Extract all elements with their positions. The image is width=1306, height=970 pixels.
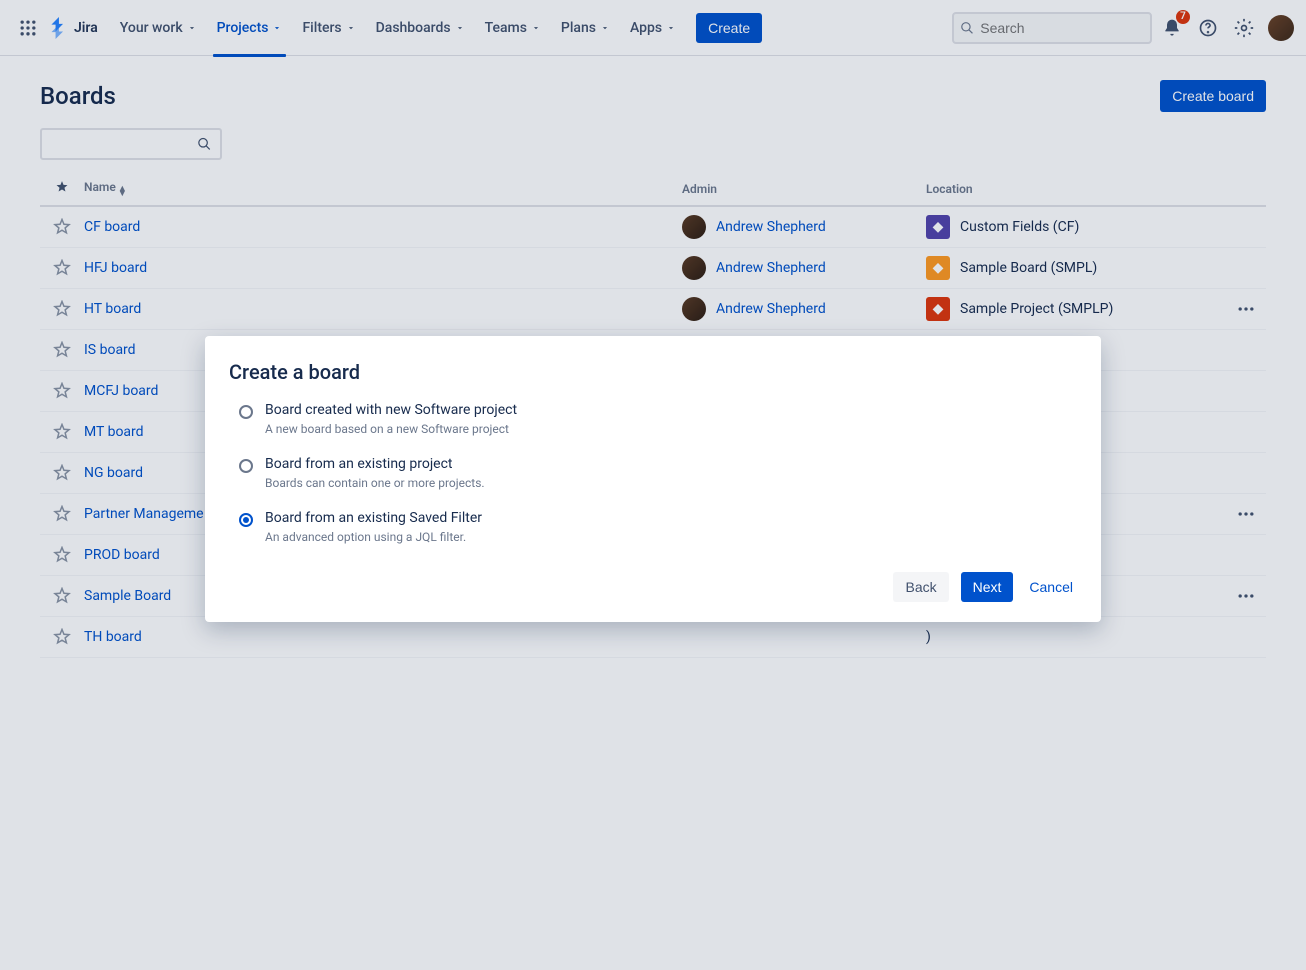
back-button[interactable]: Back xyxy=(893,572,948,602)
cancel-button[interactable]: Cancel xyxy=(1025,572,1077,602)
radio-icon xyxy=(239,405,253,419)
radio-label: Board from an existing Saved Filter xyxy=(265,510,482,526)
radio-label: Board from an existing project xyxy=(265,456,485,472)
radio-description: A new board based on a new Software proj… xyxy=(265,422,517,436)
radio-option[interactable]: Board from an existing Saved Filter An ad… xyxy=(239,510,1077,544)
radio-option[interactable]: Board created with new Software project A… xyxy=(239,402,1077,436)
radio-description: Boards can contain one or more projects. xyxy=(265,476,485,490)
modal-title: Create a board xyxy=(229,360,1077,384)
radio-icon xyxy=(239,513,253,527)
next-button[interactable]: Next xyxy=(961,572,1014,602)
radio-label: Board created with new Software project xyxy=(265,402,517,418)
radio-description: An advanced option using a JQL filter. xyxy=(265,530,482,544)
radio-icon xyxy=(239,459,253,473)
radio-option[interactable]: Board from an existing project Boards can… xyxy=(239,456,1077,490)
create-board-modal: Create a board Board created with new So… xyxy=(205,336,1101,622)
